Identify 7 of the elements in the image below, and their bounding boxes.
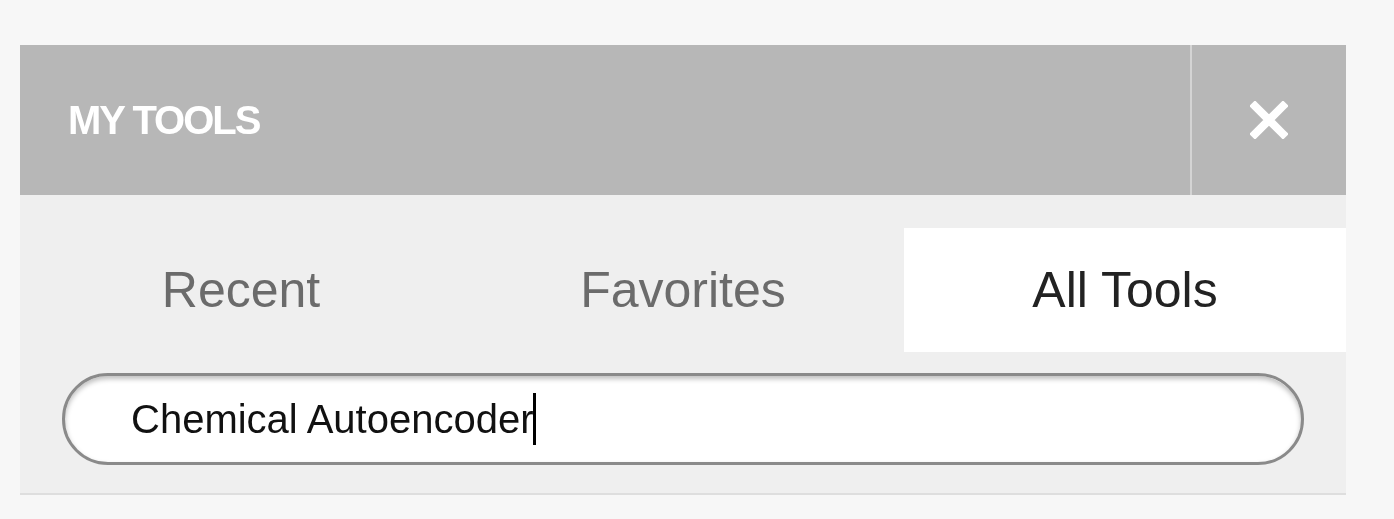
close-icon [1250,101,1288,139]
text-cursor [533,393,537,445]
search-field[interactable]: Chemical Autoencoder [62,373,1304,465]
tab[interactable]: Favorites [462,228,904,352]
tab[interactable]: Recent [20,228,462,352]
panel-title: MY TOOLS [68,97,260,144]
tab[interactable]: All Tools [904,228,1346,352]
